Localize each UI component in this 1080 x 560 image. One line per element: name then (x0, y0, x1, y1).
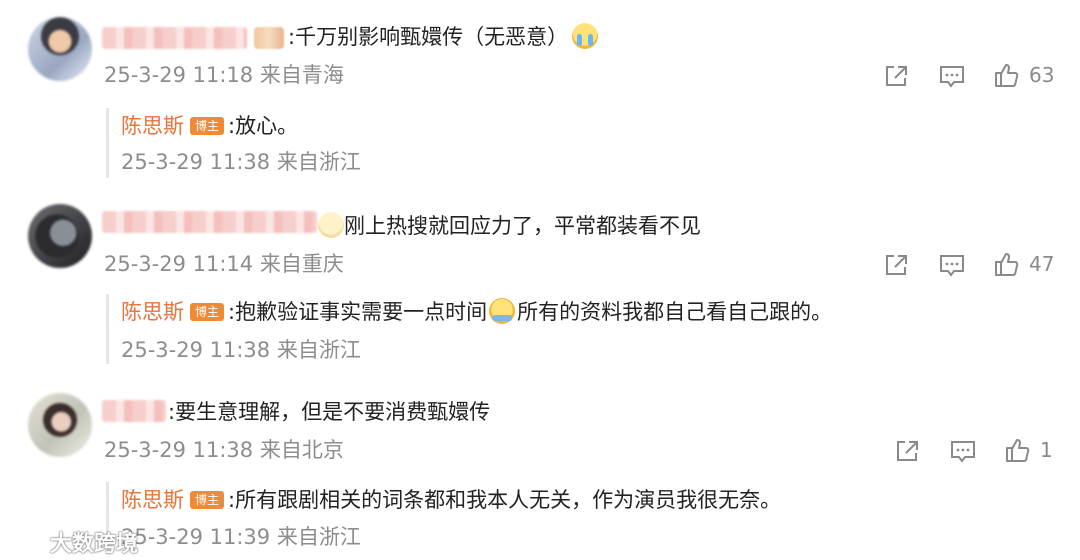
share-icon (886, 66, 907, 86)
comment-meta: 25-3-29 11:14 来自重庆 (104, 252, 344, 276)
like-button[interactable]: 47 (993, 251, 1054, 277)
share-icon (897, 441, 918, 461)
username-blurred[interactable] (102, 27, 247, 49)
laughing-crying-emoji-icon (489, 298, 516, 324)
watermark-text: 大数跨境 (50, 532, 139, 557)
comment-icon (940, 66, 964, 88)
username-blurred[interactable] (102, 211, 317, 233)
reply-content: :抱歉验证事实需要一点时间 (228, 300, 488, 324)
reply-meta: 25-3-29 11:38 来自浙江 (121, 150, 361, 174)
reply-author[interactable]: 陈思斯 (121, 114, 184, 138)
share-icon (886, 255, 907, 275)
watermark-logo-icon (6, 532, 44, 551)
like-button[interactable]: 1 (1004, 437, 1053, 463)
watermark: 大数跨境 (6, 526, 138, 558)
like-count: 1 (1040, 438, 1053, 462)
blogger-badge: 博主 (190, 491, 225, 509)
blogger-badge: 博主 (190, 117, 225, 135)
reply-content-cont: 所有的资料我都自己看自己跟的。 (517, 300, 833, 324)
comment-content: 刚上热搜就回应力了，平常都装看不见 (344, 214, 701, 238)
share-button[interactable] (895, 439, 921, 463)
avatar[interactable] (28, 17, 92, 81)
comment-text: :要生意理解，但是不要消费甄嬛传 (168, 397, 490, 427)
comment-button[interactable] (938, 64, 966, 88)
like-button[interactable]: 63 (993, 62, 1054, 88)
avatar[interactable] (28, 204, 92, 268)
reply-item: 陈思斯 博主:抱歉验证事实需要一点时间 所有的资料我都自己看自己跟的。 25-3-2… (106, 294, 1049, 364)
comment-meta: 25-3-29 11:38 来自北京 (104, 438, 344, 462)
comment-text: 刚上热搜就回应力了，平常都装看不见 (318, 211, 701, 241)
thumbs-up-icon (995, 64, 1019, 87)
crying-emoji-icon (572, 23, 599, 49)
avatar[interactable] (28, 393, 92, 457)
comment-content: :千万别影响甄嬛传（无恶意） (288, 25, 569, 49)
reply-text: 陈思斯 博主:放心。 (121, 111, 298, 141)
comment-icon (940, 255, 964, 277)
username-blurred[interactable] (102, 400, 166, 422)
reply-text: 陈思斯 博主:抱歉验证事实需要一点时间 所有的资料我都自己看自己跟的。 (121, 297, 832, 327)
like-count: 63 (1029, 63, 1055, 87)
reply-item: 陈思斯 博主:所有跟剧相关的词条都和我本人无关，作为演员我很无奈。 25-3-29… (106, 482, 1049, 554)
comment-meta: 25-3-29 11:18 来自青海 (104, 63, 344, 87)
reply-item: 陈思斯 博主:放心。 25-3-29 11:38 来自浙江 (106, 108, 1049, 178)
thumbs-up-icon (995, 253, 1019, 276)
comment-icon (951, 441, 975, 463)
reply-meta: 25-3-29 11:38 来自浙江 (121, 338, 361, 362)
reply-author[interactable]: 陈思斯 (121, 488, 184, 512)
share-button[interactable] (884, 253, 910, 277)
share-button[interactable] (884, 64, 910, 88)
blogger-badge: 博主 (190, 303, 225, 321)
reply-content: :所有跟剧相关的词条都和我本人无关，作为演员我很无奈。 (228, 488, 782, 512)
reply-text: 陈思斯 博主:所有跟剧相关的词条都和我本人无关，作为演员我很无奈。 (121, 485, 781, 515)
comment-button[interactable] (949, 439, 977, 463)
reply-content: :放心。 (228, 114, 299, 138)
user-badge (254, 27, 284, 49)
comment-content: :要生意理解，但是不要消费甄嬛传 (168, 400, 491, 424)
reply-author[interactable]: 陈思斯 (121, 300, 184, 324)
thumbs-up-icon (1006, 439, 1030, 462)
comment-button[interactable] (938, 253, 966, 277)
reply-meta: 25-3-29 11:39 来自浙江 (121, 525, 361, 549)
like-count: 47 (1029, 252, 1055, 276)
emoji-icon (318, 212, 344, 238)
comment-text: :千万别影响甄嬛传（无恶意） (288, 22, 599, 52)
